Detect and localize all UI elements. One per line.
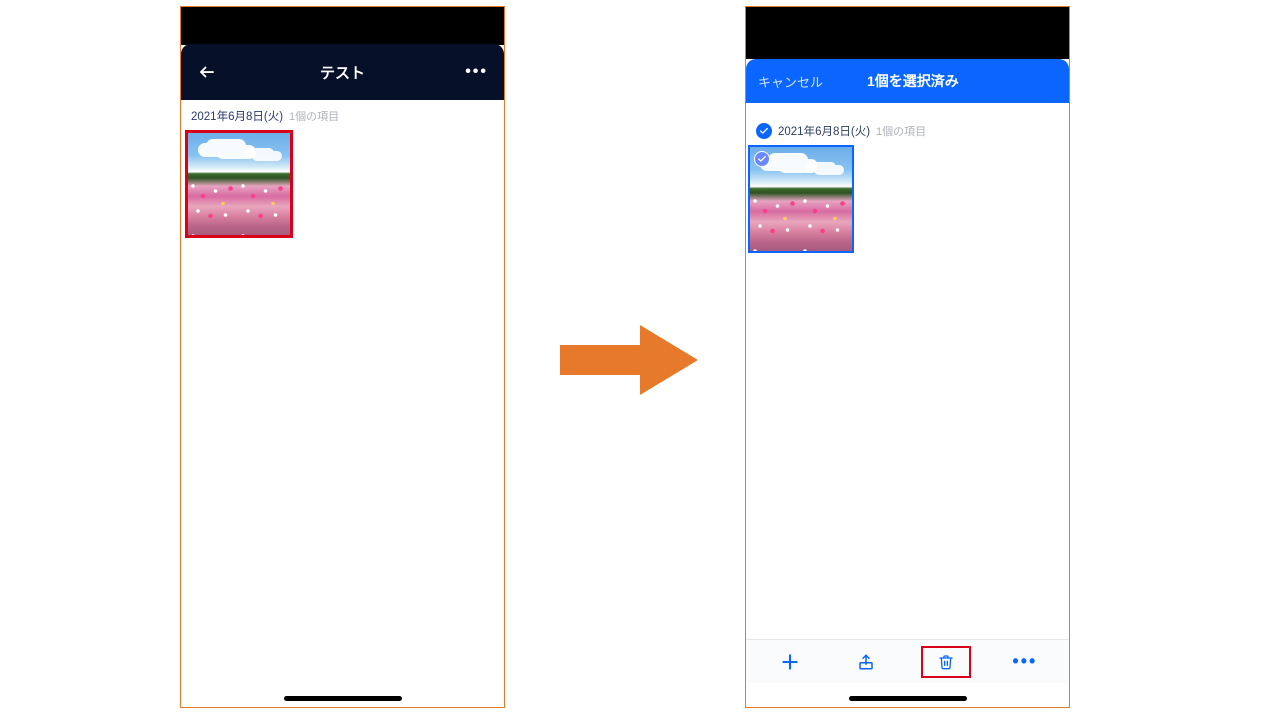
home-indicator[interactable] — [849, 696, 967, 701]
add-button[interactable] — [768, 646, 812, 678]
action-toolbar: ••• — [746, 639, 1069, 683]
back-button[interactable] — [197, 62, 217, 82]
date-label: 2021年6月8日(火) — [191, 108, 283, 124]
more-button[interactable]: ••• — [465, 63, 488, 81]
section-select-checkmark-icon[interactable] — [756, 123, 772, 139]
more-button[interactable]: ••• — [1003, 646, 1047, 678]
photo-thumbnail-selected[interactable] — [748, 145, 854, 253]
album-header: テスト ••• — [181, 44, 504, 100]
phone-screen-after: キャンセル 1個を選択済み 2021年6月8日(火) 1個の項目 ••• — [745, 6, 1070, 708]
date-section-header[interactable]: 2021年6月8日(火) 1個の項目 — [746, 115, 1069, 143]
home-indicator[interactable] — [284, 696, 402, 701]
selected-checkmark-icon — [754, 151, 770, 167]
cancel-button[interactable]: キャンセル — [758, 72, 823, 91]
status-bar-notch — [746, 7, 1069, 59]
item-count-label: 1個の項目 — [876, 123, 926, 139]
item-count-label: 1個の項目 — [289, 108, 339, 124]
date-section-header: 2021年6月8日(火) 1個の項目 — [181, 100, 504, 128]
selection-count-title: 1個を選択済み — [867, 71, 959, 91]
share-button[interactable] — [844, 646, 888, 678]
album-title: テスト — [181, 62, 504, 83]
status-bar-notch — [181, 7, 504, 45]
photo-thumbnail[interactable] — [185, 130, 293, 238]
phone-screen-before: テスト ••• 2021年6月8日(火) 1個の項目 — [180, 6, 505, 708]
delete-button[interactable] — [921, 646, 971, 678]
photo-thumbnail-image — [188, 133, 290, 235]
selection-header: キャンセル 1個を選択済み — [746, 59, 1069, 103]
date-label: 2021年6月8日(火) — [778, 123, 870, 139]
transition-arrow-icon — [560, 320, 700, 400]
